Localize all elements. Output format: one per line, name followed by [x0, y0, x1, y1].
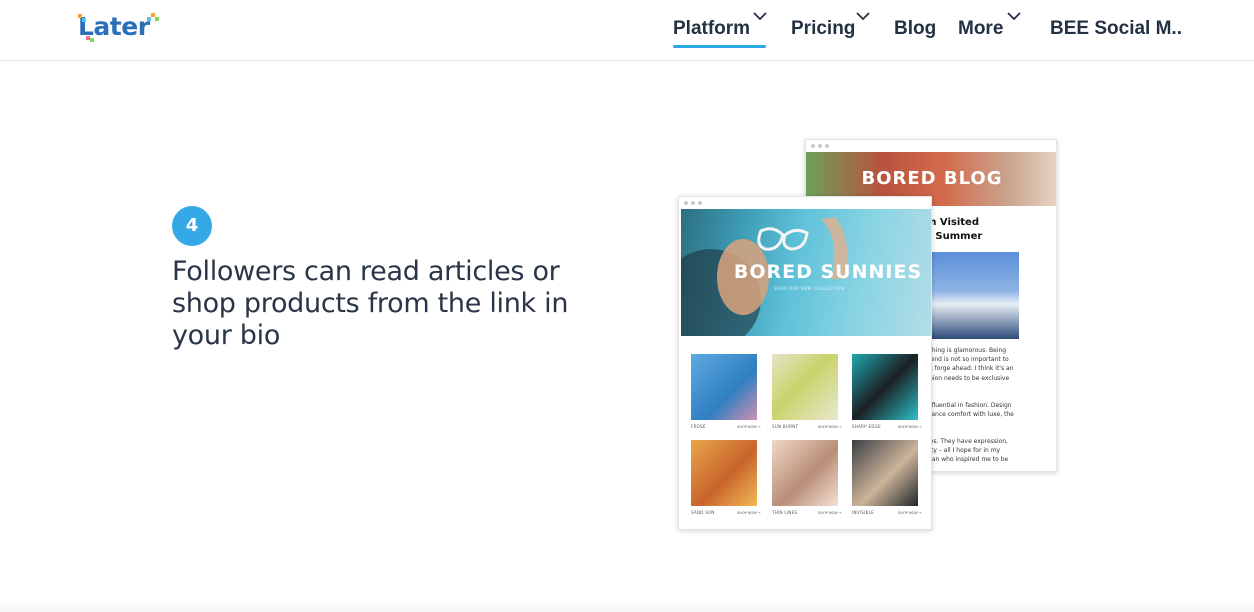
blog-paragraph: influential in fashion. Design alance co…: [926, 401, 1050, 419]
shop-subtitle: SHOP OUR NEW COLLECTION: [774, 286, 845, 291]
shop-now-link: SHOP NOW →: [818, 511, 842, 515]
nav-pricing[interactable]: Pricing: [791, 16, 855, 46]
blog-line: city – all I hope for in my: [926, 447, 1001, 455]
nav-label: Blog: [894, 18, 937, 39]
nav-platform[interactable]: Platform: [673, 16, 750, 46]
product-photo: [772, 440, 838, 506]
nav-label: Pricing: [791, 18, 856, 39]
product-name: SUN BURNT: [772, 424, 799, 429]
blog-line: ything is glamorous. Being: [926, 347, 1007, 354]
shop-now-link: SHOP NOW →: [818, 425, 842, 429]
step-number-badge: 4: [172, 206, 212, 246]
product-name: SAND SUN: [691, 510, 715, 515]
nav-blog[interactable]: Blog: [894, 16, 936, 46]
product-photo: [691, 440, 757, 506]
shop-now-link: SHOP NOW →: [898, 511, 922, 515]
blog-line: man who inspired me to be: [926, 456, 1009, 464]
shop-now-link: SHOP NOW →: [898, 425, 922, 429]
blog-headline-line: m Visited: [926, 217, 979, 228]
section-divider: [0, 600, 1254, 612]
product-photo: [852, 440, 918, 506]
blog-headline-line: s Summer: [926, 231, 983, 242]
site-header: Later Platform Pricing Blog More BEE Soc…: [0, 0, 1254, 61]
shop-mockup-image: BORED SUNNIES SHOP OUR NEW COLLECTION FR…: [678, 196, 932, 530]
logo-pixel: [155, 17, 159, 21]
blog-article-photo: [926, 252, 1019, 339]
logo-pixel: [147, 17, 151, 21]
nav-label: BEE Social M..: [1050, 18, 1182, 39]
blog-paragraph: ything is glamorous. Being trend is not …: [926, 346, 1050, 383]
blog-title: BORED BLOG: [861, 168, 1003, 189]
active-nav-underline: [673, 45, 766, 48]
shop-title: BORED SUNNIES: [733, 261, 923, 283]
blog-line: ys forge ahead. I think it's an: [926, 365, 1014, 373]
logo-pixel: [82, 18, 86, 22]
product-photo: [691, 354, 757, 420]
shop-now-link: SHOP NOW →: [737, 425, 761, 429]
nav-label: More: [958, 18, 1004, 39]
blog-paragraph: ans. They have expression, city – all I …: [926, 437, 1050, 465]
product-name: THIN LINES: [772, 510, 798, 515]
blog-line: ans. They have expression,: [926, 438, 1008, 445]
chevron-down-icon[interactable]: [753, 11, 767, 21]
window-dots: [811, 144, 829, 148]
product-name: FROSÉ: [691, 424, 706, 429]
step-description: Followers can read articles or shop prod…: [172, 256, 569, 351]
nav-more[interactable]: More: [958, 16, 1003, 46]
nav-label: Platform: [673, 18, 751, 39]
product-photo: [772, 354, 838, 420]
blog-line: alance comfort with luxe, the: [926, 411, 1014, 419]
product-photo: [852, 354, 918, 420]
blog-line: trend is not so important to: [926, 356, 1009, 364]
blog-line: shion needs to be exclusive: [926, 374, 1010, 382]
logo-pixel: [90, 38, 94, 42]
blog-line: influential in fashion. Design: [926, 402, 1012, 409]
nav-bee-social[interactable]: BEE Social M..: [1050, 16, 1182, 46]
blog-headline: m Visited s Summer: [926, 216, 1056, 244]
product-name: SHARP EDGE: [852, 424, 881, 429]
later-logo[interactable]: Later: [78, 12, 159, 42]
window-dots: [684, 201, 702, 205]
shop-now-link: SHOP NOW →: [737, 511, 761, 515]
chevron-down-icon[interactable]: [856, 11, 870, 21]
product-name: INVISIBLE: [852, 510, 875, 515]
chevron-down-icon[interactable]: [1007, 11, 1021, 21]
